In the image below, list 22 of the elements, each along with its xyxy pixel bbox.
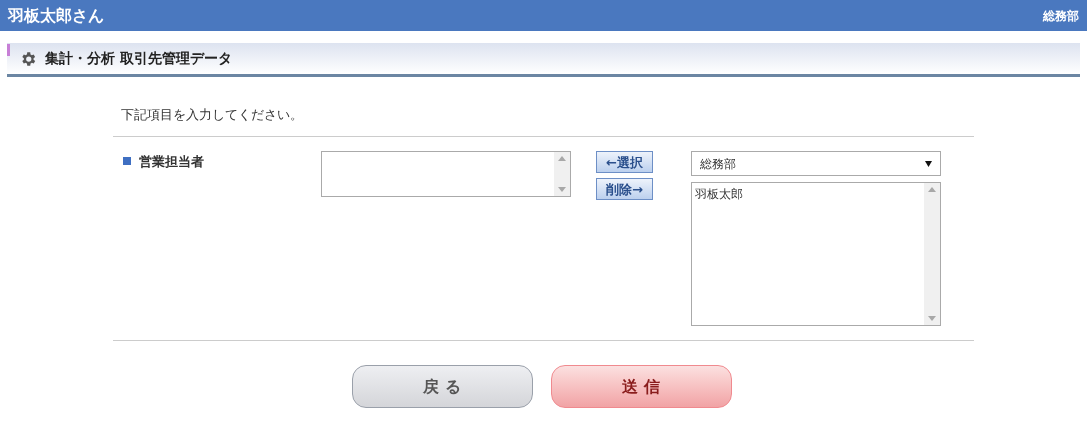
scrollbar[interactable] <box>924 183 940 325</box>
up-arrow-icon <box>558 156 566 161</box>
down-arrow-icon <box>558 187 566 192</box>
down-arrow-icon <box>928 316 936 321</box>
department-label: 総務部 <box>1043 7 1079 25</box>
selected-list[interactable] <box>321 151 571 197</box>
select-button[interactable]: ←選択 <box>596 151 653 173</box>
dropdown-caret-icon <box>925 160 932 167</box>
candidate-list[interactable]: 羽板太郎 <box>691 182 941 326</box>
group-dropdown[interactable]: 総務部 <box>691 151 941 176</box>
field-label: 営業担当者 <box>139 153 204 171</box>
section-title: 集計・分析 取引先管理データ <box>45 49 232 68</box>
bullet-square-icon <box>123 157 131 165</box>
scrollbar[interactable] <box>554 152 570 196</box>
list-option[interactable]: 羽板太郎 <box>694 185 922 203</box>
back-button[interactable]: 戻 る <box>351 365 533 408</box>
instruction-text: 下記項目を入力してください。 <box>121 106 304 124</box>
remove-button[interactable]: 削除→ <box>596 178 653 200</box>
up-arrow-icon <box>928 187 936 192</box>
user-name: 羽板太郎さん <box>8 4 104 27</box>
submit-button[interactable]: 送 信 <box>550 365 732 408</box>
accent-mark <box>7 44 10 56</box>
